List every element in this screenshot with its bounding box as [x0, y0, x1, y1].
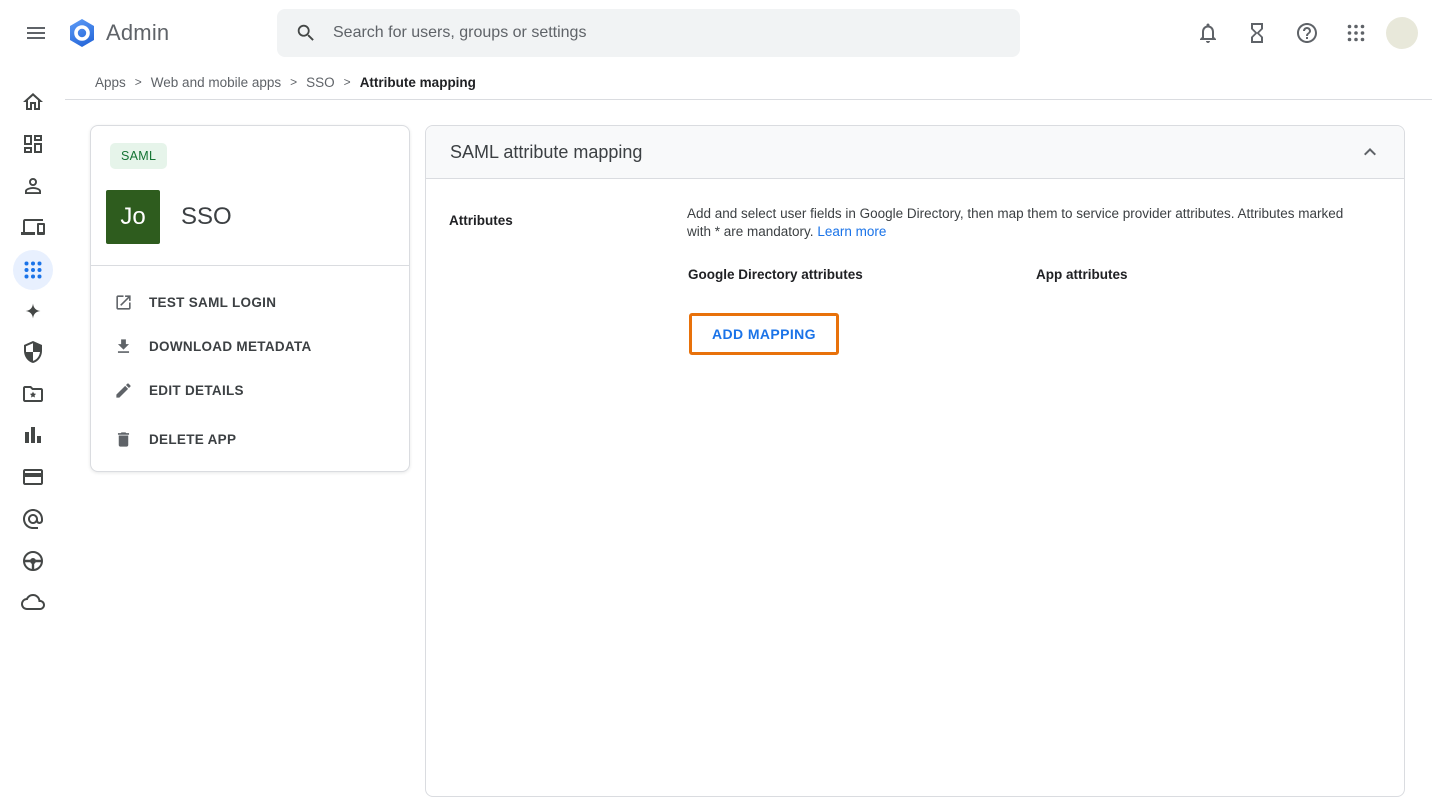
edit-pencil-icon [114, 381, 133, 400]
bell-icon[interactable] [1188, 13, 1228, 53]
apps-icon [21, 258, 45, 282]
breadcrumb-separator: > [135, 75, 142, 89]
dashboard-icon [21, 132, 45, 156]
help-icon[interactable] [1287, 13, 1327, 53]
card-divider [91, 265, 409, 266]
learn-more-link[interactable]: Learn more [817, 224, 886, 239]
storage-cloud-icon [21, 590, 45, 614]
chevron-up-icon [1358, 140, 1382, 164]
breadcrumb-separator: > [290, 75, 297, 89]
admin-logo[interactable]: Admin [66, 17, 169, 49]
sidebar-item-data-folder[interactable] [13, 374, 53, 414]
column-header-app-attributes: App attributes [1036, 267, 1128, 282]
edit-details-label: EDIT DETAILS [149, 383, 244, 398]
saml-badge: SAML [110, 143, 167, 169]
top-app-bar: Admin [0, 0, 1440, 65]
billing-card-icon [21, 465, 45, 489]
attributes-description-text: Add and select user fields in Google Dir… [687, 206, 1343, 239]
admin-console-page: Admin Apps > Web and mobil [0, 0, 1440, 810]
home-icon [21, 90, 45, 114]
app-avatar: Jo [106, 190, 160, 244]
download-metadata-button[interactable]: DOWNLOAD METADATA [91, 324, 409, 368]
search-icon [295, 22, 317, 44]
saml-app-card: SAML Jo SSO TEST SAML LOGIN DOWNLOAD MET… [90, 125, 410, 472]
breadcrumb-web-and-mobile-apps[interactable]: Web and mobile apps [151, 75, 281, 90]
edit-details-button[interactable]: EDIT DETAILS [91, 368, 409, 412]
sidebar-item-account[interactable] [13, 499, 53, 539]
global-search-bar[interactable] [277, 9, 1020, 57]
left-nav-rail [0, 100, 65, 810]
sidebar-item-storage[interactable] [13, 582, 53, 622]
panel-title: SAML attribute mapping [450, 142, 642, 163]
sidebar-item-directory[interactable] [13, 166, 53, 206]
breadcrumb-current-page: Attribute mapping [360, 75, 476, 90]
gemini-sparkle-icon [21, 299, 45, 323]
apps-grid-icon[interactable] [1336, 13, 1376, 53]
search-input[interactable] [333, 24, 953, 42]
sidebar-item-devices[interactable] [13, 207, 53, 247]
delete-trash-icon [114, 430, 133, 449]
folder-star-icon [21, 382, 45, 406]
sidebar-item-home[interactable] [13, 82, 53, 122]
breadcrumb-apps[interactable]: Apps [95, 75, 126, 90]
header-divider [65, 99, 1432, 100]
sidebar-item-security[interactable] [13, 332, 53, 372]
account-at-icon [21, 507, 45, 531]
download-icon [114, 337, 133, 356]
test-saml-login-label: TEST SAML LOGIN [149, 295, 276, 310]
breadcrumb-sso[interactable]: SSO [306, 75, 335, 90]
security-shield-icon [21, 340, 45, 364]
panel-header[interactable]: SAML attribute mapping [426, 126, 1404, 179]
hamburger-menu-icon[interactable] [16, 13, 56, 53]
hourglass-icon[interactable] [1237, 13, 1277, 53]
saml-attribute-mapping-panel: SAML attribute mapping Attributes Add an… [425, 125, 1405, 797]
product-name: Admin [106, 20, 169, 46]
attributes-label: Attributes [449, 213, 513, 228]
delete-app-button[interactable]: DELETE APP [91, 417, 409, 461]
reporting-bar-chart-icon [21, 423, 45, 447]
sidebar-item-rules[interactable] [13, 541, 53, 581]
column-header-google-directory-attributes: Google Directory attributes [688, 267, 863, 282]
download-metadata-label: DOWNLOAD METADATA [149, 339, 312, 354]
attributes-description: Add and select user fields in Google Dir… [687, 205, 1347, 241]
sidebar-item-gemini[interactable] [13, 291, 53, 331]
user-avatar[interactable] [1386, 17, 1418, 49]
test-saml-login-button[interactable]: TEST SAML LOGIN [91, 280, 409, 324]
add-mapping-button[interactable]: ADD MAPPING [689, 313, 839, 355]
rules-wheel-icon [21, 549, 45, 573]
collapse-section-button[interactable] [1352, 134, 1388, 170]
breadcrumb: Apps > Web and mobile apps > SSO > Attri… [95, 65, 476, 99]
admin-hexagon-icon [66, 17, 98, 49]
sidebar-item-apps[interactable] [13, 250, 53, 290]
directory-person-icon [21, 174, 45, 198]
devices-icon [21, 215, 45, 239]
open-in-new-icon [114, 293, 133, 312]
delete-app-label: DELETE APP [149, 432, 236, 447]
sidebar-item-reporting[interactable] [13, 415, 53, 455]
sidebar-item-billing[interactable] [13, 457, 53, 497]
app-name: SSO [181, 203, 232, 231]
breadcrumb-separator: > [344, 75, 351, 89]
sidebar-item-dashboard[interactable] [13, 124, 53, 164]
